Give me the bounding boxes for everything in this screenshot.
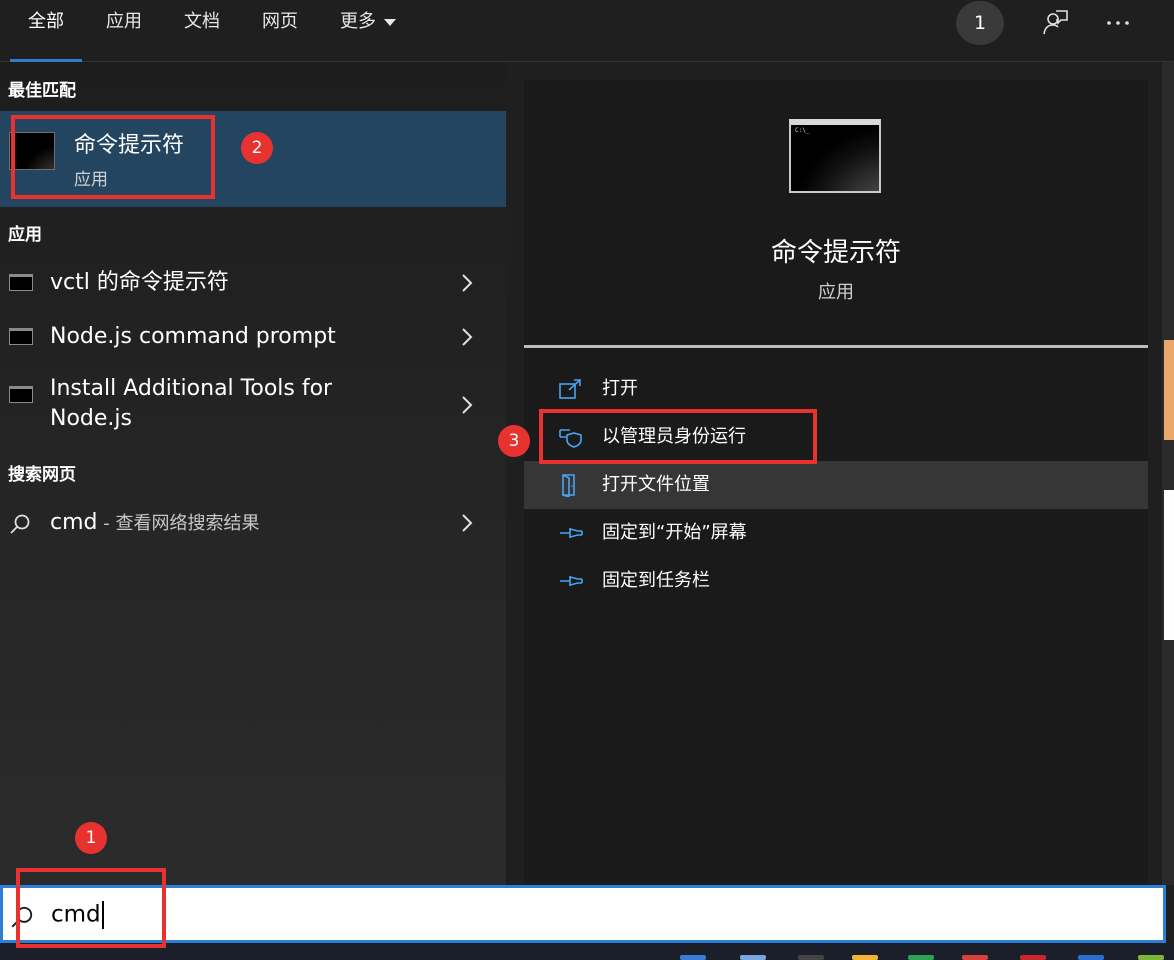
console-app-icon: [9, 328, 33, 345]
tab-documents[interactable]: 文档: [184, 0, 220, 62]
pin-icon: [560, 528, 583, 538]
annotation-box-search: [16, 868, 166, 948]
action-open-file-location[interactable]: 打开文件位置: [524, 461, 1148, 509]
list-item-vctl-command-prompt[interactable]: vctl 的命令提示符: [0, 260, 506, 308]
action-label: 固定到“开始”屏幕: [602, 522, 747, 543]
annotation-number-3: 3: [498, 425, 530, 457]
annotation-number-1: 1: [75, 822, 107, 854]
list-item-nodejs-command-prompt[interactable]: Node.js command prompt: [0, 314, 506, 362]
tab-more-label: 更多: [340, 11, 376, 32]
web-query-suffix: - 查看网络搜索结果: [97, 513, 260, 534]
taskbar-app-icon[interactable]: [962, 955, 988, 960]
list-item-label: Node.js command prompt: [50, 324, 336, 349]
annotation-box-run-as-admin: [539, 409, 817, 464]
list-item-label: vctl 的命令提示符: [50, 270, 229, 295]
tab-all[interactable]: 全部: [10, 0, 82, 62]
list-item-install-additional-tools[interactable]: Install Additional Tools for Node.js: [0, 372, 506, 438]
search-web-heading: 搜索网页: [8, 465, 76, 485]
pin-icon: [560, 576, 583, 586]
taskbar: [0, 943, 1174, 960]
console-app-icon: [9, 386, 33, 403]
list-item-label: Install Additional Tools for Node.js: [50, 374, 332, 434]
tab-apps[interactable]: 应用: [106, 0, 142, 62]
action-pin-to-taskbar[interactable]: 固定到任务栏: [524, 557, 1148, 605]
more-options-icon[interactable]: [1104, 9, 1132, 37]
taskbar-app-icon[interactable]: [740, 955, 766, 960]
detail-subtitle: 应用: [818, 282, 854, 303]
thumb-prompt-text: C:\_: [795, 127, 810, 134]
taskbar-app-icon[interactable]: [908, 955, 934, 960]
detail-divider: [524, 345, 1148, 348]
background-window-edge-light: [1164, 490, 1174, 640]
taskbar-app-icon[interactable]: [1020, 955, 1046, 960]
taskbar-app-icon[interactable]: [1078, 955, 1104, 960]
tab-all-label: 全部: [28, 11, 64, 32]
taskbar-app-icon[interactable]: [680, 955, 706, 960]
console-app-icon: [9, 274, 33, 291]
search-tabs-bar: 全部 应用 文档 网页 更多 1: [0, 0, 1174, 62]
annotation-box-best-match: [11, 115, 215, 199]
chevron-right-icon[interactable]: [458, 394, 476, 416]
detail-panel: C:\_ 命令提示符 应用 打开 以管理员身份运行 打开文件位置 固定到“开始”…: [524, 80, 1148, 885]
action-label: 打开文件位置: [602, 474, 710, 495]
chevron-right-icon[interactable]: [458, 272, 476, 294]
action-label: 固定到任务栏: [602, 570, 710, 591]
tab-web[interactable]: 网页: [262, 0, 298, 62]
file-location-icon: [562, 474, 575, 497]
apps-heading: 应用: [8, 225, 42, 245]
taskbar-app-icon[interactable]: [852, 955, 878, 960]
open-icon: [559, 379, 581, 399]
background-window-edge-accent: [1164, 340, 1174, 440]
action-label: 打开: [602, 378, 638, 399]
action-pin-to-start[interactable]: 固定到“开始”屏幕: [524, 509, 1148, 557]
action-open[interactable]: 打开: [524, 365, 1148, 413]
background-window-edge: [1162, 62, 1174, 885]
command-prompt-large-icon: C:\_: [789, 119, 881, 193]
taskbar-app-icon[interactable]: [798, 955, 824, 960]
rewards-badge[interactable]: 1: [956, 1, 1004, 45]
tab-apps-label: 应用: [106, 11, 142, 32]
tab-web-label: 网页: [262, 11, 298, 32]
list-item-label: cmd - 查看网络搜索结果: [50, 508, 259, 539]
feedback-icon[interactable]: [1041, 9, 1069, 37]
web-query-text: cmd: [50, 510, 98, 535]
search-icon: [10, 514, 30, 534]
detail-title: 命令提示符: [770, 238, 901, 268]
chevron-right-icon[interactable]: [458, 512, 476, 534]
list-item-label-line1: Install Additional Tools for: [50, 376, 333, 401]
tab-documents-label: 文档: [184, 11, 220, 32]
best-match-heading: 最佳匹配: [8, 81, 76, 101]
taskbar-app-icon[interactable]: [1138, 955, 1164, 960]
chevron-right-icon[interactable]: [458, 326, 476, 348]
annotation-number-2: 2: [241, 132, 273, 164]
list-item-web-search[interactable]: cmd - 查看网络搜索结果: [0, 500, 506, 548]
search-box[interactable]: cmd: [0, 885, 1166, 943]
list-item-label-line2: Node.js: [50, 406, 132, 431]
chevron-down-icon: [384, 18, 396, 26]
tab-more[interactable]: 更多: [340, 0, 396, 62]
